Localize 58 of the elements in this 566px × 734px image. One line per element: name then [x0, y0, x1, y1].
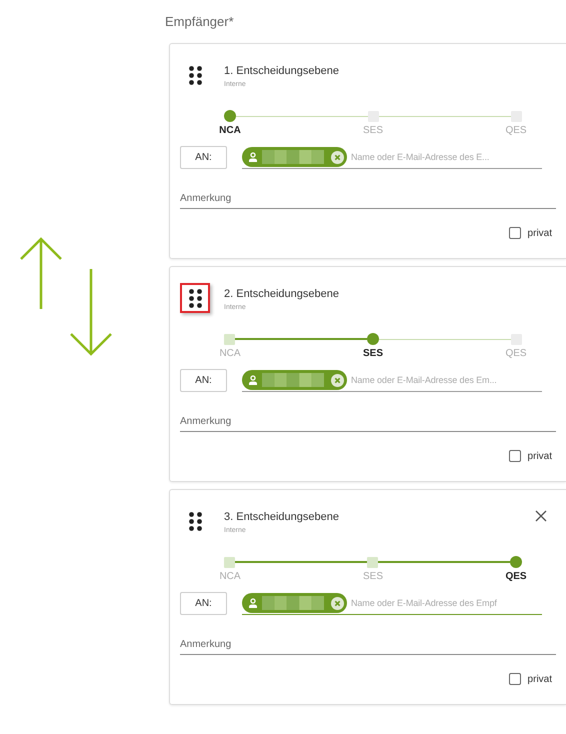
- step-marker[interactable]: [224, 334, 235, 344]
- step-marker[interactable]: [367, 333, 379, 345]
- step-marker[interactable]: [511, 110, 522, 122]
- private-label: privat: [528, 674, 552, 684]
- redacted-name-icon: [262, 373, 324, 387]
- drag-dots-icon: [188, 66, 202, 84]
- step-label: SES: [362, 571, 384, 582]
- level-title: 3. Entscheidungsebene: [224, 511, 340, 523]
- person-icon: [248, 152, 258, 162]
- private-checkbox[interactable]: privat: [508, 673, 552, 685]
- step-label: NCA: [218, 348, 242, 359]
- recipient-field[interactable]: Name oder E-Mail-Adresse des Em...: [242, 370, 542, 392]
- private-checkbox[interactable]: privat: [508, 227, 552, 239]
- remove-icon[interactable]: [331, 596, 344, 610]
- private-label: privat: [528, 228, 552, 238]
- drag-handle[interactable]: [180, 283, 210, 313]
- redacted-name-icon: [262, 596, 324, 610]
- step-label: QES: [504, 571, 528, 582]
- level-title: 2. Entscheidungsebene: [224, 288, 340, 300]
- private-checkbox[interactable]: privat: [508, 450, 552, 462]
- recipient-chip[interactable]: [242, 370, 347, 390]
- remove-icon[interactable]: [331, 150, 344, 164]
- close-button[interactable]: [535, 510, 549, 524]
- step-marker[interactable]: [511, 334, 522, 344]
- step-marker[interactable]: [510, 556, 522, 568]
- step-label: NCA: [218, 125, 242, 136]
- person-icon: [248, 375, 258, 385]
- remove-icon[interactable]: [331, 374, 344, 386]
- recipient-field[interactable]: Name oder E-Mail-Adresse des Empf: [242, 592, 542, 614]
- recipient-input[interactable]: Name oder E-Mail-Adresse des E...: [351, 152, 542, 162]
- to-button[interactable]: AN:: [180, 146, 227, 169]
- step-marker[interactable]: [224, 110, 236, 122]
- to-button[interactable]: AN:: [180, 369, 227, 392]
- close-icon: [535, 510, 547, 522]
- checkbox[interactable]: [508, 450, 521, 462]
- recipient-input[interactable]: Name oder E-Mail-Adresse des Em...: [351, 375, 542, 385]
- step-label: NCA: [218, 571, 242, 582]
- to-button[interactable]: AN:: [180, 592, 227, 615]
- step-marker[interactable]: [368, 110, 379, 122]
- step-label: QES: [504, 348, 528, 359]
- private-label: privat: [528, 450, 552, 462]
- step-marker[interactable]: [367, 556, 378, 568]
- step-label: QES: [504, 125, 528, 136]
- checkbox[interactable]: [508, 227, 521, 239]
- recipient-chip[interactable]: [242, 593, 347, 613]
- recipient-field[interactable]: Name oder E-Mail-Adresse des E...: [242, 146, 542, 168]
- step-label: SES: [362, 125, 384, 136]
- recipient-chip[interactable]: [242, 147, 347, 167]
- drag-dots-icon: [188, 288, 202, 308]
- person-icon: [248, 598, 258, 608]
- step-marker[interactable]: [224, 556, 235, 568]
- recipient-input[interactable]: Name oder E-Mail-Adresse des Empf: [351, 598, 542, 608]
- level-title: 1. Entscheidungsebene: [224, 65, 340, 77]
- drag-dots-icon: [188, 512, 202, 530]
- checkbox[interactable]: [508, 673, 521, 685]
- redacted-name-icon: [262, 150, 324, 164]
- section-label: Empfänger*: [165, 14, 235, 29]
- step-label: SES: [362, 348, 384, 359]
